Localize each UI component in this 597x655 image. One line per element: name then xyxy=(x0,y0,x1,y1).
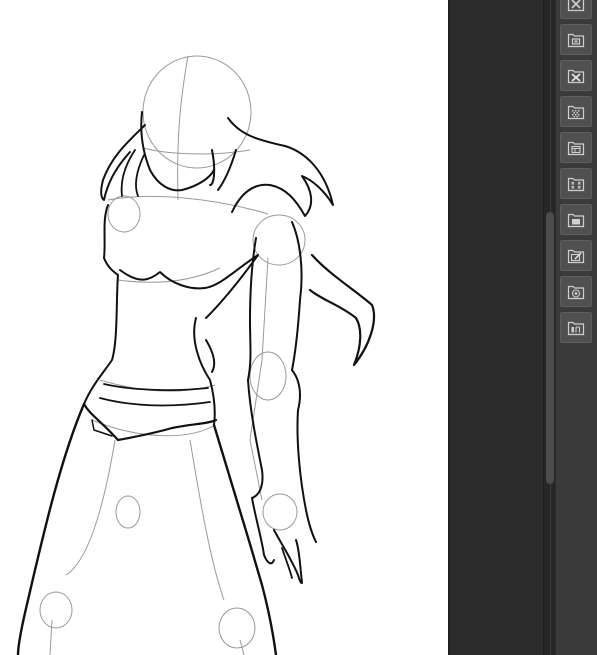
leg-guide-left xyxy=(65,439,116,576)
drawing-canvas[interactable] xyxy=(0,0,448,655)
paper-layer-icon xyxy=(567,141,585,156)
hand-fingers xyxy=(273,529,303,585)
head-center-guide xyxy=(177,55,189,201)
hair-left-outer xyxy=(100,124,146,201)
new-raster-layer-icon xyxy=(567,213,585,228)
hair-right-strand xyxy=(217,149,237,191)
hair-right-flow xyxy=(227,117,334,217)
new-raster-layer-button[interactable] xyxy=(560,204,592,235)
reference-layer-button[interactable] xyxy=(560,312,592,343)
forearm-outer xyxy=(291,369,317,543)
reference-layer-icon xyxy=(567,321,585,336)
paint-app-window xyxy=(0,0,597,655)
face-jaw-line xyxy=(209,149,216,186)
new-layer-folder-icon xyxy=(567,33,585,48)
layer-property-button[interactable] xyxy=(560,276,592,307)
arm-guide xyxy=(249,257,269,501)
hair-left-strand-2 xyxy=(135,154,145,197)
edit-layer-button[interactable] xyxy=(560,240,592,271)
transform-layer-button[interactable] xyxy=(560,168,592,199)
skirt-left-edge xyxy=(16,402,86,655)
layers-panel xyxy=(450,0,543,655)
sketch-artwork xyxy=(16,55,376,655)
mask-layer-button[interactable] xyxy=(560,96,592,127)
delete-layer-icon xyxy=(567,0,585,12)
mask-layer-icon xyxy=(567,105,585,120)
delete-layer-icon xyxy=(567,69,585,84)
layers-scrollbar[interactable] xyxy=(543,0,555,655)
shoulder-guide xyxy=(107,195,269,215)
torso-left-edge xyxy=(83,204,119,405)
new-folder-button[interactable] xyxy=(560,24,592,55)
upper-arm-outer xyxy=(291,221,303,371)
wrist-guide xyxy=(262,493,298,531)
ankle-guide-left xyxy=(49,619,53,655)
delete-button[interactable] xyxy=(560,60,592,91)
layer-property-icon xyxy=(567,285,585,300)
edit-layer-icon xyxy=(567,249,585,264)
foot-guide-right xyxy=(218,607,256,649)
drape-fold xyxy=(205,339,216,373)
skirt-right-edge xyxy=(212,423,278,655)
sash-ribbon xyxy=(308,253,376,367)
delete-layer-button[interactable] xyxy=(560,0,592,19)
left-shoulder-guide xyxy=(107,195,141,233)
layer-command-toolbar xyxy=(555,0,597,655)
foot-guide-left xyxy=(39,591,73,629)
leg-guide-right xyxy=(189,439,225,601)
knee-guide-left xyxy=(115,495,141,529)
skirt-waistband xyxy=(82,402,218,442)
belt-bottom xyxy=(99,397,211,407)
hair-left-strand xyxy=(120,149,136,197)
elbow-guide xyxy=(249,351,287,401)
scrollbar-thumb[interactable] xyxy=(546,212,554,484)
paper-layer-button[interactable] xyxy=(560,132,592,163)
transform-layer-icon xyxy=(567,177,585,192)
